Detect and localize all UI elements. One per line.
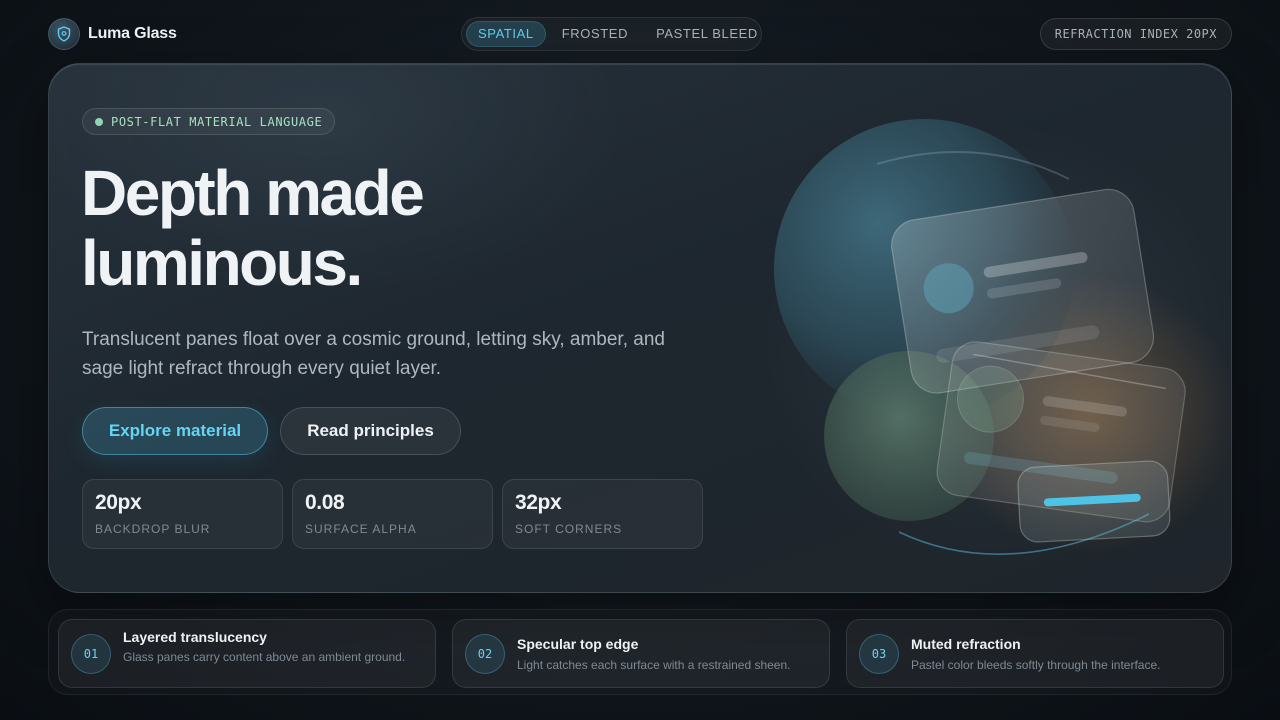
feature-title: Layered translucency bbox=[123, 629, 267, 645]
feature-number-badge: 01 bbox=[71, 634, 111, 674]
brand-name: Luma Glass bbox=[88, 25, 177, 42]
glass-pane-front bbox=[1017, 460, 1171, 543]
segment-pastel-bleed[interactable]: PASTEL BLEED bbox=[644, 21, 770, 47]
explore-material-button[interactable]: Explore material bbox=[82, 407, 268, 455]
stat-card: 20px BACKDROP BLUR bbox=[82, 479, 283, 549]
eyebrow-pill: POST-FLAT MATERIAL LANGUAGE bbox=[82, 108, 335, 135]
stats-row: 20px BACKDROP BLUR 0.08 SURFACE ALPHA 32… bbox=[82, 479, 712, 549]
feature-card[interactable]: 03 Muted refraction Pastel color bleeds … bbox=[846, 619, 1224, 688]
segment-frosted[interactable]: FROSTED bbox=[550, 21, 640, 47]
stat-value: 20px bbox=[95, 491, 142, 514]
feature-number-badge: 03 bbox=[859, 634, 899, 674]
feature-title: Specular top edge bbox=[517, 636, 639, 652]
headline-line-2: luminous. bbox=[81, 227, 363, 299]
stat-label: SURFACE ALPHA bbox=[305, 522, 417, 536]
feature-description: Light catches each surface with a restra… bbox=[517, 658, 791, 672]
top-bar: Luma Glass SPATIAL FROSTED PASTEL BLEED … bbox=[48, 17, 1232, 51]
stat-card: 0.08 SURFACE ALPHA bbox=[292, 479, 493, 549]
segment-spatial[interactable]: SPATIAL bbox=[466, 21, 546, 47]
view-mode-segmented-control: SPATIAL FROSTED PASTEL BLEED bbox=[461, 17, 762, 51]
hero-card: POST-FLAT MATERIAL LANGUAGE Depth made l… bbox=[48, 63, 1232, 593]
stat-label: BACKDROP BLUR bbox=[95, 522, 211, 536]
stat-value: 32px bbox=[515, 491, 562, 514]
feature-card[interactable]: 02 Specular top edge Light catches each … bbox=[452, 619, 830, 688]
stat-card: 32px SOFT CORNERS bbox=[502, 479, 703, 549]
feature-card[interactable]: 01 Layered translucency Glass panes carr… bbox=[58, 619, 436, 688]
eyebrow-text: POST-FLAT MATERIAL LANGUAGE bbox=[111, 114, 323, 129]
glass-panes-illustration bbox=[759, 119, 1231, 564]
headline-line-1: Depth made bbox=[81, 157, 425, 229]
status-dot bbox=[95, 117, 103, 126]
brand[interactable]: Luma Glass bbox=[48, 17, 177, 51]
shield-icon bbox=[48, 18, 80, 50]
feature-title: Muted refraction bbox=[911, 636, 1021, 652]
feature-description: Pastel color bleeds softly through the i… bbox=[911, 658, 1161, 672]
feature-number-badge: 02 bbox=[465, 634, 505, 674]
stat-label: SOFT CORNERS bbox=[515, 522, 623, 536]
read-principles-button[interactable]: Read principles bbox=[280, 407, 461, 455]
feature-description: Glass panes carry content above an ambie… bbox=[123, 650, 406, 664]
feature-strip: 01 Layered translucency Glass panes carr… bbox=[48, 609, 1232, 695]
hero-subhead: Translucent panes float over a cosmic gr… bbox=[82, 329, 665, 379]
hero-headline: Depth made luminous. bbox=[81, 158, 601, 298]
refraction-index-badge: REFRACTION INDEX 20PX bbox=[1039, 18, 1232, 50]
stat-value: 0.08 bbox=[305, 491, 345, 514]
